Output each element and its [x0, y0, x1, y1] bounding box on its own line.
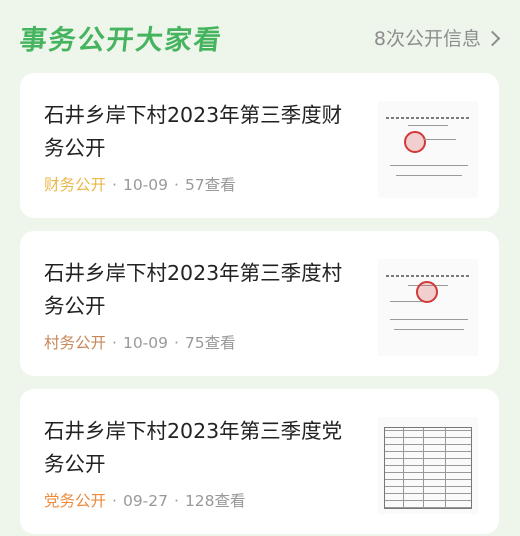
meta-separator: · [174, 492, 179, 510]
chevron-right-icon [484, 30, 501, 46]
meta-separator: · [112, 334, 117, 352]
more-info-link[interactable]: 8次公开信息 [373, 24, 501, 51]
list-item[interactable]: 石井乡岸下村2023年第三季度党务公开 党务公开 · 09-27 · 128查看 [20, 389, 499, 534]
card-meta: 党务公开 · 09-27 · 128查看 [44, 489, 246, 511]
publish-date: 10-09 [122, 334, 168, 352]
list-item[interactable]: 石井乡岸下村2023年第三季度财务公开 财务公开 · 10-09 · 57查看 [20, 73, 499, 218]
card-title: 石井乡岸下村2023年第三季度村务公开 [44, 261, 343, 318]
category-tag: 财务公开 [44, 176, 107, 194]
card-meta: 财务公开 · 10-09 · 57查看 [44, 173, 236, 195]
more-info-label: 8次公开信息 [373, 28, 481, 50]
section-header: 事务公开大家看 8次公开信息 [0, 0, 520, 72]
party-table-document-icon [378, 417, 478, 514]
meta-separator: · [174, 334, 179, 352]
category-tag: 村务公开 [44, 334, 107, 352]
meta-separator: · [112, 176, 117, 194]
list-item[interactable]: 石井乡岸下村2023年第三季度村务公开 村务公开 · 10-09 · 75查看 [20, 231, 499, 376]
publish-date: 09-27 [122, 492, 168, 510]
card-title: 石井乡岸下村2023年第三季度党务公开 [44, 419, 343, 476]
card-title: 石井乡岸下村2023年第三季度财务公开 [44, 103, 343, 160]
category-tag: 党务公开 [44, 492, 107, 510]
view-count: 128查看 [184, 492, 246, 510]
page-title: 事务公开大家看 [18, 25, 225, 56]
publish-date: 10-09 [122, 176, 168, 194]
meta-separator: · [112, 492, 117, 510]
card-meta: 村务公开 · 10-09 · 75查看 [44, 331, 236, 353]
village-document-icon [378, 259, 478, 356]
view-count: 57查看 [184, 176, 236, 194]
meta-separator: · [174, 176, 179, 194]
view-count: 75查看 [184, 334, 236, 352]
finance-document-icon [378, 101, 478, 198]
